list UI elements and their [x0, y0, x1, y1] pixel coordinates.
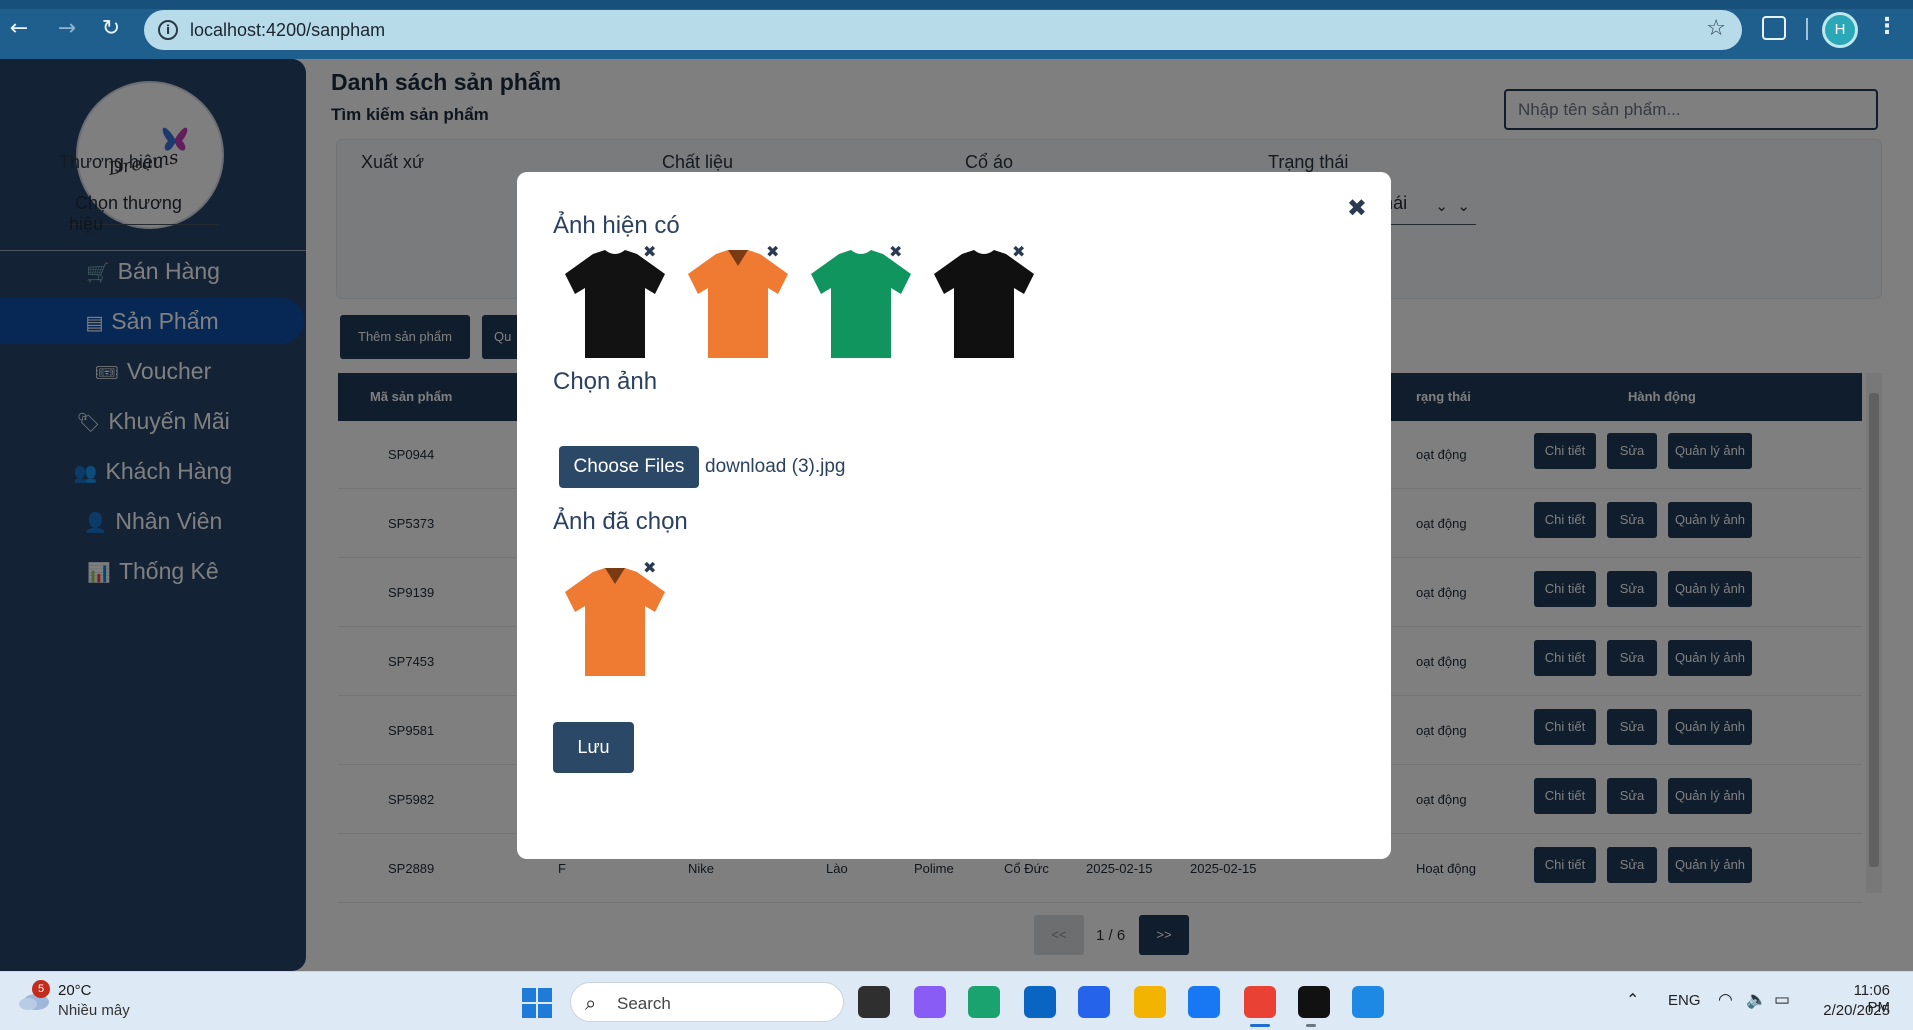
site-info-icon[interactable]: i	[158, 20, 178, 40]
search-icon: ⌕	[585, 991, 597, 1015]
volume-icon[interactable]: 🔈	[1746, 990, 1767, 1010]
selected-image-orange-polo-shirt	[553, 558, 677, 682]
bookmark-star-icon[interactable]: ☆	[1706, 16, 1726, 41]
existing-image-orange-polo-shirt	[676, 240, 800, 364]
weather-description[interactable]: Nhiều mây	[58, 1002, 130, 1019]
taskbar: 5 20°C Nhiều mây ⌕ Search ⌃ ENG ◠ 🔈 ▭ 11…	[0, 971, 1913, 1030]
taskbar-search-label: Search	[617, 994, 671, 1013]
tab-strip	[0, 0, 1913, 9]
store-icon[interactable]	[1078, 986, 1110, 1018]
toolbar-divider	[1806, 18, 1808, 40]
browser-toolbar: ← → ↻ i localhost:4200/sanpham ☆ H ⋮	[0, 0, 1913, 59]
clock-date[interactable]: 2/20/2025	[1812, 1002, 1890, 1019]
address-bar[interactable]: i localhost:4200/sanpham ☆	[144, 10, 1742, 50]
back-icon[interactable]: ←	[4, 14, 34, 44]
extensions-icon[interactable]	[1762, 16, 1786, 40]
remove-selected-icon[interactable]: ✖	[643, 558, 656, 577]
tray-chevron-icon[interactable]: ⌃	[1626, 990, 1639, 1009]
copilot-icon[interactable]	[914, 986, 946, 1018]
taskbar-search[interactable]: ⌕ Search	[570, 982, 844, 1022]
browser-menu-icon[interactable]: ⋮	[1876, 14, 1898, 39]
weather-badge: 5	[32, 980, 50, 998]
active-app-indicator	[1250, 1024, 1270, 1027]
battery-icon[interactable]: ▭	[1774, 990, 1790, 1010]
close-icon[interactable]: ✖	[1347, 194, 1367, 222]
profile-avatar[interactable]: H	[1822, 12, 1858, 48]
existing-image-black-t-shirt	[553, 240, 677, 364]
forward-icon[interactable]: →	[52, 14, 82, 44]
selected-file-name: download (3).jpg	[705, 456, 846, 477]
chrome-icon[interactable]	[1244, 986, 1276, 1018]
selected-images-heading: Ảnh đã chọn	[553, 508, 688, 535]
existing-images-heading: Ảnh hiện có	[553, 212, 680, 239]
wifi-icon[interactable]: ◠	[1718, 990, 1733, 1010]
vscode-icon[interactable]	[1352, 986, 1384, 1018]
edge-icon[interactable]	[968, 986, 1000, 1018]
folder-icon[interactable]	[1134, 986, 1166, 1018]
file-explorer-dark-icon[interactable]	[858, 986, 890, 1018]
intellij-icon[interactable]	[1298, 986, 1330, 1018]
weather-temperature[interactable]: 20°C	[58, 982, 92, 999]
start-icon[interactable]	[522, 988, 552, 1018]
reload-icon[interactable]: ↻	[96, 14, 126, 44]
image-manager-modal: ✖ Ảnh hiện có ✖ ✖ ✖ ✖ Chọn ảnh Choose Files…	[517, 172, 1391, 859]
existing-image-green-t-shirt	[799, 240, 923, 364]
save-button[interactable]: Lưu	[553, 722, 634, 773]
remove-image-icon[interactable]: ✖	[1012, 242, 1025, 261]
remove-image-icon[interactable]: ✖	[643, 242, 656, 261]
choose-files-button[interactable]: Choose Files	[559, 446, 699, 488]
remove-image-icon[interactable]: ✖	[766, 242, 779, 261]
remove-image-icon[interactable]: ✖	[889, 242, 902, 261]
facebook-icon[interactable]	[1188, 986, 1220, 1018]
existing-image-black-t-shirt	[922, 240, 1046, 364]
input-language[interactable]: ENG	[1668, 992, 1701, 1009]
running-app-indicator	[1306, 1024, 1316, 1027]
choose-image-heading: Chọn ảnh	[553, 368, 658, 395]
url-text[interactable]: localhost:4200/sanpham	[190, 20, 385, 41]
outlook-icon[interactable]	[1024, 986, 1056, 1018]
